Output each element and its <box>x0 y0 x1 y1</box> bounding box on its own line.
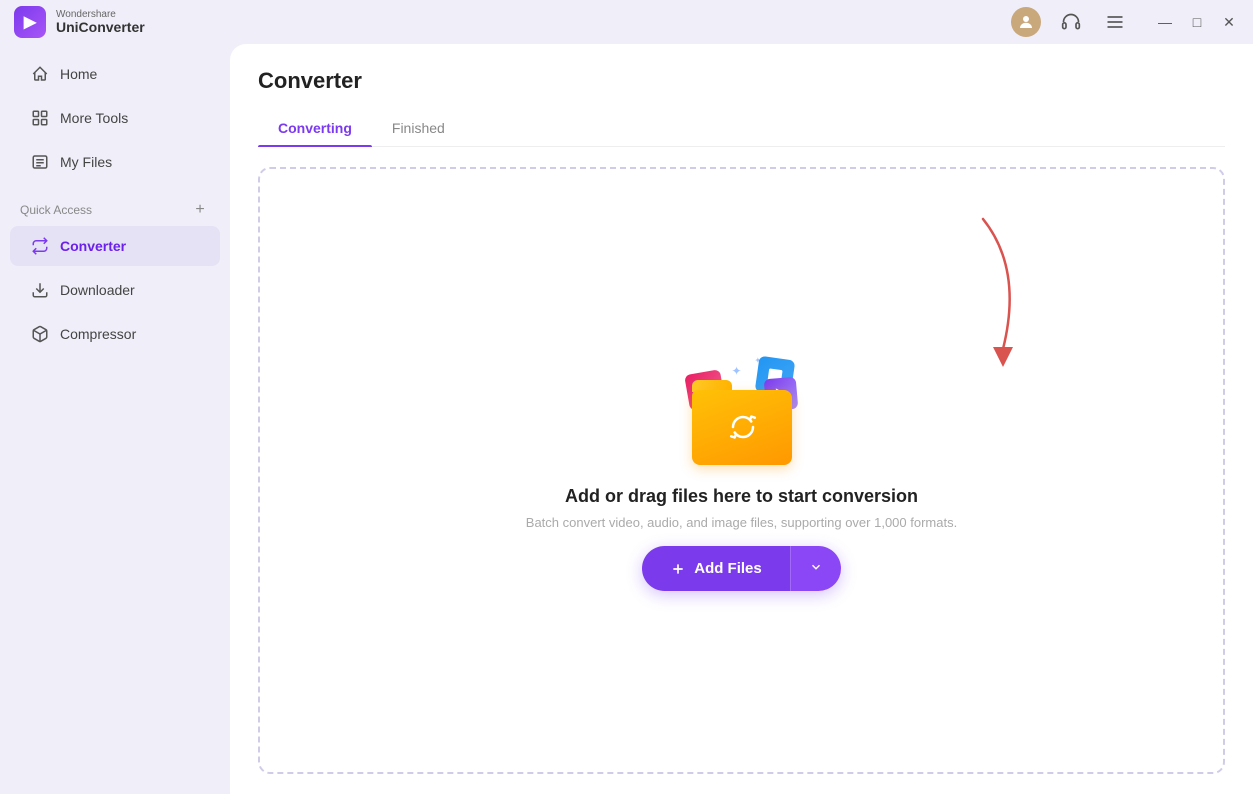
sidebar-item-converter-label: Converter <box>60 238 126 254</box>
tab-finished[interactable]: Finished <box>372 110 465 146</box>
sidebar-item-home[interactable]: Home <box>10 54 220 94</box>
drop-zone[interactable]: ✦ ✦ <box>258 167 1225 774</box>
plus-icon <box>670 561 686 577</box>
sidebar-item-my-files-label: My Files <box>60 154 112 170</box>
home-icon <box>30 64 50 84</box>
headphones-icon[interactable] <box>1057 8 1085 36</box>
drop-zone-title: Add or drag files here to start conversi… <box>565 486 918 507</box>
sidebar-item-my-files[interactable]: My Files <box>10 142 220 182</box>
add-files-dropdown-button[interactable] <box>790 546 841 591</box>
drop-zone-subtitle: Batch convert video, audio, and image fi… <box>526 515 957 530</box>
sparkle-1: ✦ <box>732 364 742 378</box>
tab-converting[interactable]: Converting <box>258 110 372 146</box>
sidebar-item-downloader-label: Downloader <box>60 282 135 298</box>
maximize-button[interactable]: □ <box>1185 10 1209 34</box>
converter-icon <box>30 236 50 256</box>
titlebar-right: — □ ✕ <box>1011 7 1241 37</box>
refresh-icon <box>727 411 759 443</box>
minimize-button[interactable]: — <box>1153 10 1177 34</box>
main-layout: Home More Tools My Files Quick Access + … <box>0 44 1253 794</box>
quick-access-add-button[interactable]: + <box>190 200 210 220</box>
compressor-icon <box>30 324 50 344</box>
app-branding: ▶ Wondershare UniConverter <box>0 6 145 38</box>
sidebar-item-home-label: Home <box>60 66 97 82</box>
sidebar-item-more-tools[interactable]: More Tools <box>10 98 220 138</box>
sidebar-item-downloader[interactable]: Downloader <box>10 270 220 310</box>
content-area: Converter Converting Finished ✦ ✦ <box>230 44 1253 794</box>
tab-bar: Converting Finished <box>258 110 1225 147</box>
avatar-icon[interactable] <box>1011 7 1041 37</box>
app-logo: ▶ <box>14 6 46 38</box>
folder-body <box>692 390 792 465</box>
folder-illustration: ✦ ✦ <box>677 350 807 470</box>
add-files-wrapper: Downloader Add Files <box>642 546 841 591</box>
menu-icon[interactable] <box>1101 8 1129 36</box>
quick-access-label: Quick Access <box>20 203 92 217</box>
sidebar: Home More Tools My Files Quick Access + … <box>0 44 230 794</box>
downloader-icon <box>30 280 50 300</box>
arrow-decoration <box>903 209 1063 409</box>
page-title: Converter <box>258 68 1225 94</box>
sidebar-item-converter[interactable]: Converter <box>10 226 220 266</box>
app-name: Wondershare UniConverter <box>56 9 145 35</box>
sidebar-item-more-tools-label: More Tools <box>60 110 128 126</box>
app-name-bottom: UniConverter <box>56 20 145 35</box>
chevron-down-icon <box>809 560 823 574</box>
my-files-icon <box>30 152 50 172</box>
close-button[interactable]: ✕ <box>1217 10 1241 34</box>
more-tools-icon <box>30 108 50 128</box>
add-files-button[interactable]: Downloader Add Files <box>642 546 790 591</box>
window-controls: — □ ✕ <box>1153 10 1241 34</box>
sidebar-item-compressor-label: Compressor <box>60 326 136 342</box>
titlebar: ▶ Wondershare UniConverter — □ ✕ <box>0 0 1253 44</box>
quick-access-header: Quick Access + <box>0 192 230 224</box>
sidebar-item-compressor[interactable]: Compressor <box>10 314 220 354</box>
